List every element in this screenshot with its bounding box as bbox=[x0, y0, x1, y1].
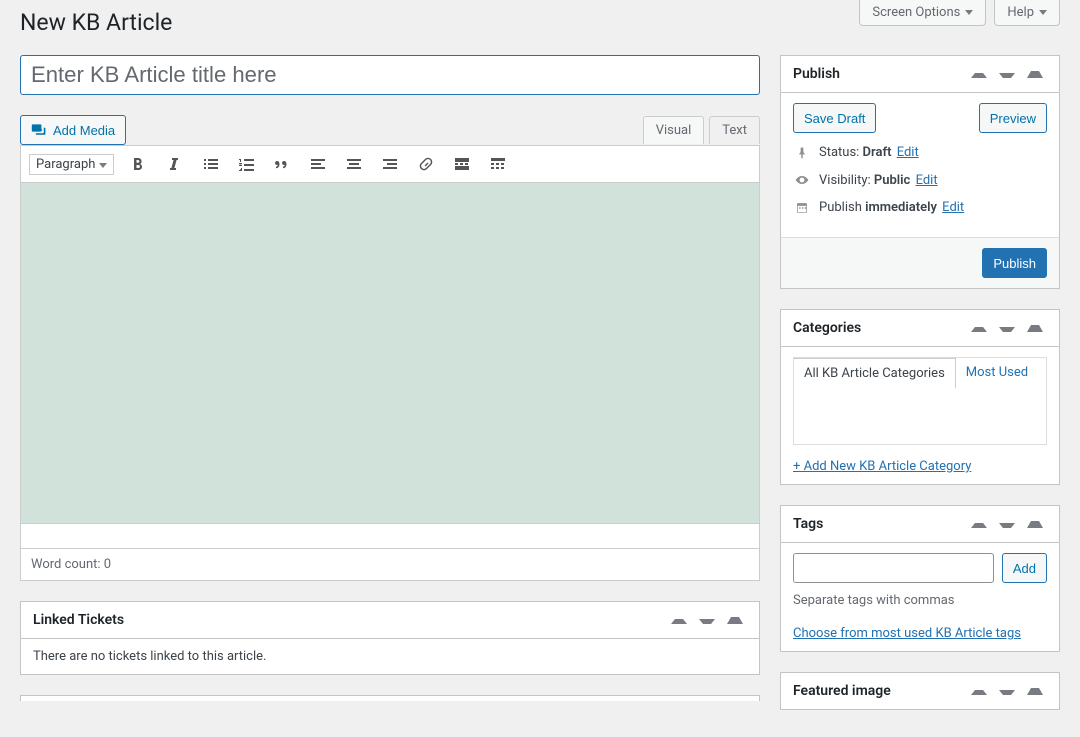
editor-status-bar: Word count: 0 bbox=[20, 549, 760, 581]
publish-button[interactable]: Publish bbox=[982, 248, 1047, 278]
choose-tags-link[interactable]: Choose from most used KB Article tags bbox=[793, 626, 1021, 641]
categories-tab-most-used[interactable]: Most Used bbox=[956, 358, 1038, 388]
text-tab[interactable]: Text bbox=[709, 116, 760, 144]
align-center-button[interactable] bbox=[342, 152, 366, 176]
move-up-icon[interactable] bbox=[667, 613, 691, 628]
numbered-list-button[interactable] bbox=[234, 152, 258, 176]
add-media-label: Add Media bbox=[53, 123, 115, 138]
italic-button[interactable] bbox=[162, 152, 186, 176]
chevron-down-icon bbox=[965, 10, 973, 15]
calendar-icon bbox=[793, 201, 811, 215]
save-draft-button[interactable]: Save Draft bbox=[793, 103, 876, 133]
bold-button[interactable] bbox=[126, 152, 150, 176]
publish-box-title: Publish bbox=[793, 66, 840, 82]
visual-tab[interactable]: Visual bbox=[643, 116, 705, 144]
word-count-value: 0 bbox=[104, 557, 111, 572]
format-select[interactable]: Paragraph bbox=[29, 154, 114, 175]
linked-tickets-empty: There are no tickets linked to this arti… bbox=[33, 649, 266, 664]
preview-button[interactable]: Preview bbox=[979, 103, 1047, 133]
chevron-down-icon bbox=[99, 163, 107, 168]
visibility-icon bbox=[793, 172, 811, 188]
move-down-icon[interactable] bbox=[995, 321, 1019, 336]
screen-meta-links: Screen Options Help bbox=[859, 0, 1060, 26]
move-down-icon[interactable] bbox=[995, 517, 1019, 532]
move-up-icon[interactable] bbox=[967, 517, 991, 532]
editor-content-area[interactable] bbox=[20, 182, 760, 524]
toggle-panel-icon[interactable] bbox=[1023, 684, 1047, 699]
read-more-button[interactable] bbox=[450, 152, 474, 176]
tags-box-title: Tags bbox=[793, 516, 823, 532]
edit-status-link[interactable]: Edit bbox=[897, 145, 919, 160]
add-tag-button[interactable]: Add bbox=[1002, 553, 1047, 583]
visibility-value: Public bbox=[874, 173, 910, 188]
toolbar-toggle-button[interactable] bbox=[486, 152, 510, 176]
align-right-button[interactable] bbox=[378, 152, 402, 176]
toggle-panel-icon[interactable] bbox=[1023, 67, 1047, 82]
toggle-panel-icon[interactable] bbox=[1023, 517, 1047, 532]
help-tab[interactable]: Help bbox=[994, 0, 1060, 26]
edit-visibility-link[interactable]: Edit bbox=[916, 173, 938, 188]
featured-image-box-title: Featured image bbox=[793, 683, 891, 699]
align-left-button[interactable] bbox=[306, 152, 330, 176]
move-down-icon[interactable] bbox=[995, 684, 1019, 699]
linked-tickets-title: Linked Tickets bbox=[33, 612, 124, 628]
schedule-value: immediately bbox=[865, 200, 937, 215]
categories-tab-all[interactable]: All KB Article Categories bbox=[794, 358, 956, 388]
move-up-icon[interactable] bbox=[967, 684, 991, 699]
pin-icon bbox=[793, 146, 811, 160]
move-down-icon[interactable] bbox=[695, 613, 719, 628]
media-icon bbox=[31, 122, 47, 138]
add-media-button[interactable]: Add Media bbox=[20, 115, 126, 145]
move-up-icon[interactable] bbox=[967, 321, 991, 336]
blockquote-button[interactable] bbox=[270, 152, 294, 176]
editor-path-bar bbox=[20, 524, 760, 549]
toggle-panel-icon[interactable] bbox=[1023, 321, 1047, 336]
categories-box-title: Categories bbox=[793, 320, 861, 336]
screen-options-label: Screen Options bbox=[872, 5, 960, 20]
move-up-icon[interactable] bbox=[967, 67, 991, 82]
status-value: Draft bbox=[863, 145, 892, 160]
editor-toolbar: Paragraph bbox=[20, 145, 760, 182]
tag-input[interactable] bbox=[793, 553, 994, 583]
move-down-icon[interactable] bbox=[995, 67, 1019, 82]
add-new-category-link[interactable]: + Add New KB Article Category bbox=[793, 459, 971, 474]
help-label: Help bbox=[1007, 5, 1034, 20]
edit-schedule-link[interactable]: Edit bbox=[942, 200, 964, 215]
screen-options-tab[interactable]: Screen Options bbox=[859, 0, 986, 26]
categories-list bbox=[806, 387, 1034, 432]
article-title-input[interactable] bbox=[20, 55, 760, 95]
toggle-panel-icon[interactable] bbox=[723, 613, 747, 628]
link-button[interactable] bbox=[414, 152, 438, 176]
tag-hint: Separate tags with commas bbox=[793, 593, 1047, 608]
chevron-down-icon bbox=[1039, 10, 1047, 15]
bullet-list-button[interactable] bbox=[198, 152, 222, 176]
